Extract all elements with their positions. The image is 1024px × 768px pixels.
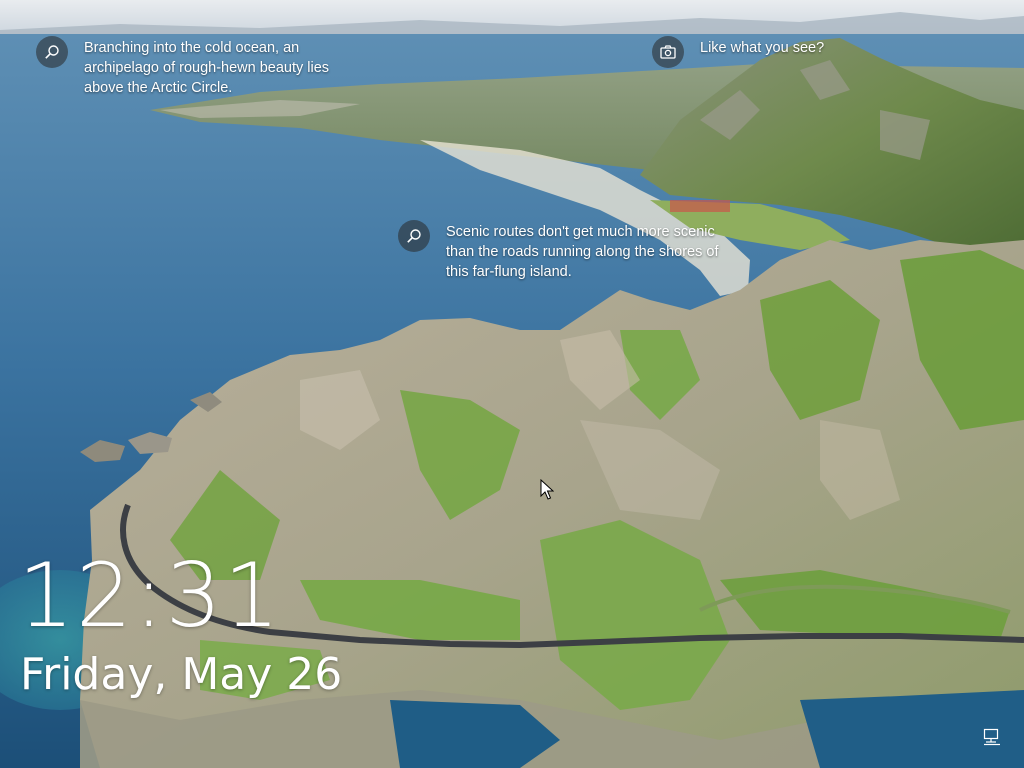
spotlight-like-prompt[interactable]: Like what you see? xyxy=(652,36,824,68)
search-icon xyxy=(45,45,59,59)
like-what-you-see-text[interactable]: Like what you see? xyxy=(700,38,824,58)
spotlight-hint-text[interactable]: Branching into the cold ocean, an archip… xyxy=(84,38,359,98)
search-icon xyxy=(407,229,421,243)
camera-icon xyxy=(660,45,676,59)
network-icon xyxy=(983,728,1000,746)
spotlight-hint-archipelago[interactable]: Branching into the cold ocean, an archip… xyxy=(36,36,359,98)
search-icon-button[interactable] xyxy=(398,220,430,252)
spotlight-hint-text[interactable]: Scenic routes don't get much more scenic… xyxy=(446,222,731,282)
camera-icon-button[interactable] xyxy=(652,36,684,68)
lock-screen-date: Friday, May 26 xyxy=(20,649,343,700)
lock-screen[interactable]: Branching into the cold ocean, an archip… xyxy=(0,0,1024,768)
lock-screen-time: 12:31 xyxy=(18,544,282,647)
mouse-pointer-icon xyxy=(540,479,554,500)
spotlight-hint-scenic-routes[interactable]: Scenic routes don't get much more scenic… xyxy=(398,220,731,282)
search-icon-button[interactable] xyxy=(36,36,68,68)
network-status-button[interactable] xyxy=(982,726,1002,746)
